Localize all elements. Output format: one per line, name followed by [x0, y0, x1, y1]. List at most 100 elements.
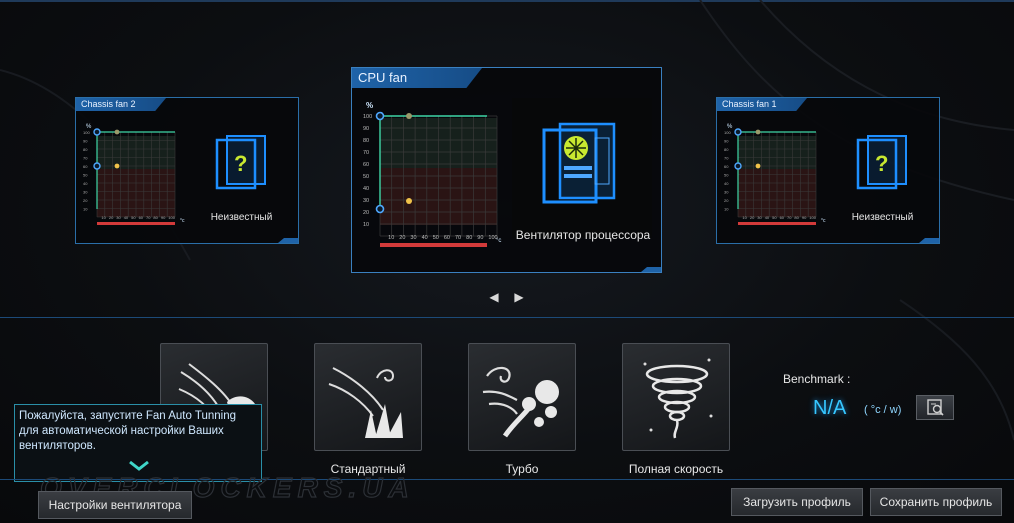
svg-text:%: %: [366, 101, 373, 110]
y-tick-label: 50: [83, 173, 88, 178]
y-tick-label: 30: [83, 190, 88, 195]
fan-card-title: Chassis fan 1: [717, 98, 807, 111]
fan-card-title: Chassis fan 2: [76, 98, 166, 111]
search-chart-icon: [927, 399, 944, 416]
x-tick-label: 10: [742, 215, 747, 220]
x-tick-label: 40: [124, 215, 129, 220]
x-tick-label: 50: [131, 215, 136, 220]
y-tick-label: 40: [83, 181, 88, 186]
y-tick-label: 40: [724, 181, 729, 186]
fan-tuning-tooltip: Пожалуйста, запустите Fan Auto Tunning д…: [14, 404, 262, 482]
y-tick-label: 60: [724, 164, 729, 169]
unknown-case-icon: ?: [215, 135, 266, 190]
x-tick-label: 10: [388, 235, 394, 241]
x-tick-label: 90: [161, 215, 166, 220]
y-tick-label: 100: [363, 114, 372, 120]
y-tick-label: 50: [363, 174, 369, 180]
y-tick-label: 70: [724, 156, 729, 161]
svg-text:?: ?: [875, 151, 888, 176]
y-tick-label: 100: [724, 130, 731, 135]
fan-curve-graph[interactable]: % °c 100908070605040302010 10 20 30 40 50 60 7…: [723, 118, 831, 230]
x-tick-label: 70: [787, 215, 792, 220]
y-tick-label: 60: [83, 164, 88, 169]
x-tick-label: 30: [410, 235, 416, 241]
full-speed-mode-icon: [643, 358, 713, 439]
benchmark-value: N/A: [813, 397, 847, 419]
mode-label-full-speed: Полная скорость: [628, 462, 724, 476]
mode-full-speed[interactable]: [622, 343, 730, 451]
x-tick-label: 60: [444, 235, 450, 241]
x-tick-label: 90: [802, 215, 807, 220]
tooltip-text: Пожалуйста, запустите Fan Auto Tunning д…: [19, 410, 237, 452]
fan-curve-graph[interactable]: % °c 100908070605040302010 10 20 30 40 50 60 7…: [82, 118, 190, 230]
svg-text:?: ?: [234, 151, 247, 176]
turbo-mode-icon: [482, 366, 559, 438]
card-corner: [641, 267, 661, 272]
y-tick-label: 70: [363, 150, 369, 156]
y-tick-label: 100: [83, 130, 90, 135]
x-tick-label: 80: [466, 235, 472, 241]
fan-card-chassis-2[interactable]: Chassis fan 2 % °c 100 90 80 70 60 50 40 30 20 10…: [75, 97, 299, 244]
x-tick-label: 100: [488, 235, 497, 241]
save-profile-button[interactable]: Сохранить профиль: [870, 488, 1002, 516]
x-tick-label: 80: [153, 215, 158, 220]
prev-arrow-icon[interactable]: ◀: [488, 291, 500, 303]
y-tick-label: 80: [83, 147, 88, 152]
y-tick-label: 80: [363, 138, 369, 144]
fan-curve-graph[interactable]: % °c 100908070605040302010 10 20 30 40 50 60 7…: [362, 98, 512, 253]
y-tick-label: 60: [363, 162, 369, 168]
fan-status: Неизвестный: [210, 212, 273, 223]
divider: [0, 317, 1014, 318]
benchmark-unit: ( °c / w): [864, 404, 902, 416]
x-tick-label: 40: [765, 215, 770, 220]
x-unit-label: °c: [180, 218, 185, 224]
fan-status: Неизвестный: [851, 212, 914, 223]
mode-label-standard: Стандартный: [330, 462, 406, 476]
fan-card-cpu[interactable]: CPU fan % °c 100 90 80 70 60 50 40 30 20 10 10 20 3…: [351, 67, 662, 273]
x-tick-label: 20: [399, 235, 405, 241]
x-tick-label: 100: [168, 215, 175, 220]
svg-text:°c: °c: [821, 218, 826, 224]
mode-label-turbo: Турбо: [505, 462, 539, 476]
next-arrow-icon[interactable]: ▶: [513, 291, 525, 303]
y-tick-label: 30: [724, 190, 729, 195]
card-corner: [919, 238, 939, 243]
fan-card-title: CPU fan: [352, 68, 482, 88]
x-tick-label: 60: [139, 215, 144, 220]
cpu-fan-case-icon: [542, 122, 616, 204]
card-corner: [278, 238, 298, 243]
mode-standard[interactable]: [314, 343, 422, 451]
load-profile-button[interactable]: Загрузить профиль: [731, 488, 863, 516]
benchmark-label: Benchmark :: [783, 372, 851, 386]
fan-card-chassis-1[interactable]: Chassis fan 1 % °c 100 90 80 70 60 50 40 30 20 10…: [716, 97, 940, 244]
y-tick-label: 90: [83, 139, 88, 144]
standard-mode-icon: [328, 367, 403, 438]
x-tick-label: 70: [146, 215, 151, 220]
y-tick-label: 20: [724, 198, 729, 203]
y-tick-label: 30: [363, 198, 369, 204]
fan-settings-button[interactable]: Настройки вентилятора: [38, 491, 192, 519]
x-tick-label: 30: [116, 215, 121, 220]
y-tick-label: 10: [724, 207, 729, 212]
x-tick-label: 60: [780, 215, 785, 220]
x-tick-label: 40: [422, 235, 428, 241]
y-tick-label: 10: [363, 222, 369, 228]
y-tick-label: 20: [83, 198, 88, 203]
chevron-down-icon[interactable]: [128, 460, 150, 472]
y-tick-label: 50: [724, 173, 729, 178]
mode-turbo[interactable]: [468, 343, 576, 451]
y-tick-label: 10: [83, 207, 88, 212]
x-tick-label: 70: [455, 235, 461, 241]
x-tick-label: 50: [772, 215, 777, 220]
x-tick-label: 80: [794, 215, 799, 220]
x-tick-label: 10: [101, 215, 106, 220]
y-tick-label: 40: [363, 186, 369, 192]
y-tick-label: 90: [724, 139, 729, 144]
x-tick-label: 30: [757, 215, 762, 220]
y-tick-label: 90: [363, 126, 369, 132]
benchmark-button[interactable]: [916, 395, 954, 420]
x-tick-label: 20: [750, 215, 755, 220]
y-tick-label: 80: [724, 147, 729, 152]
y-tick-label: 70: [83, 156, 88, 161]
x-tick-label: 20: [109, 215, 114, 220]
